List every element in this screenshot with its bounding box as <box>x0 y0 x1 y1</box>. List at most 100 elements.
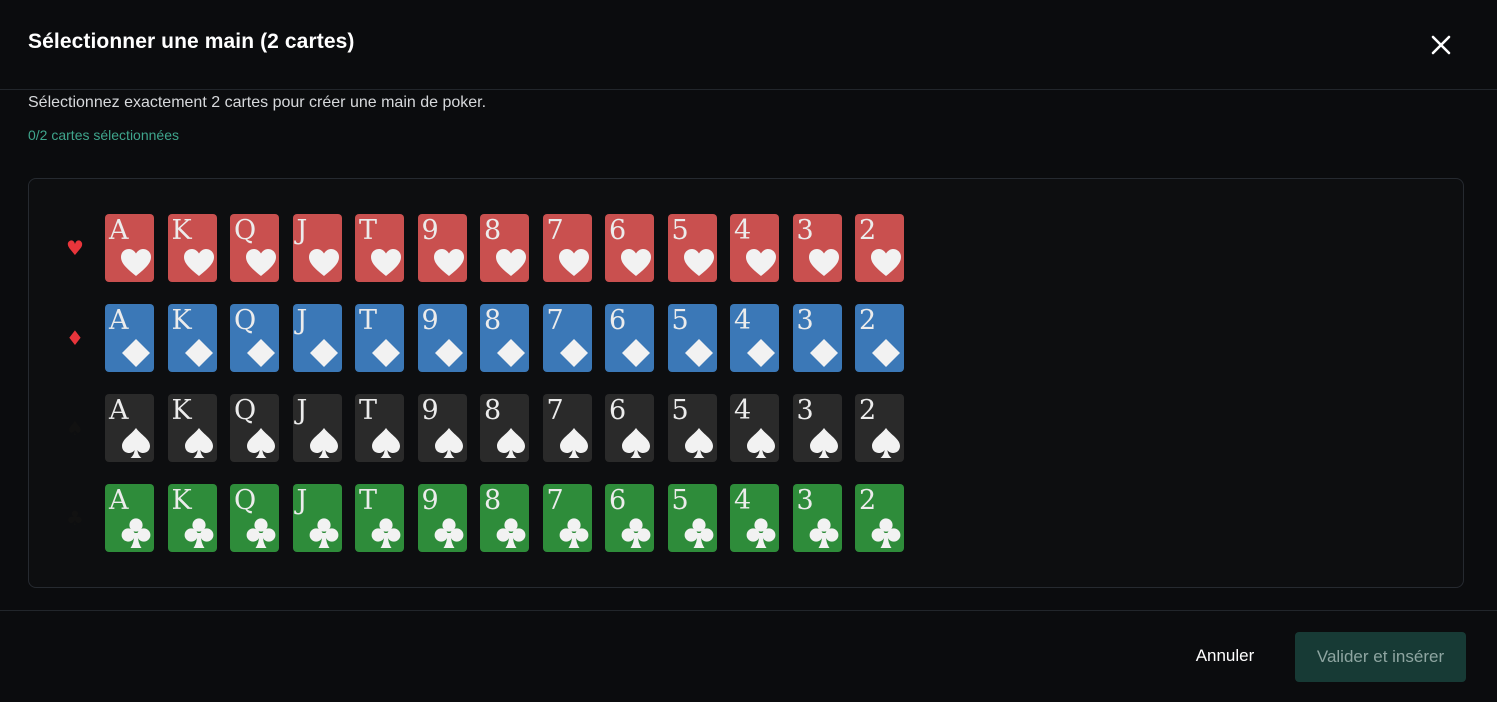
club-icon <box>244 516 278 550</box>
suit-row-diamonds: ♦ A K Q J T 9 8 7 6 5 4 3 2 <box>29 304 1463 372</box>
heart-icon <box>807 246 841 280</box>
card-8-spades[interactable]: 8 <box>480 394 529 462</box>
card-7-diamonds[interactable]: 7 <box>542 304 592 372</box>
card-T-spades[interactable]: T <box>355 394 404 462</box>
card-K-diamonds[interactable]: K <box>167 304 217 372</box>
card-5-clubs[interactable]: 5 <box>667 484 717 552</box>
club-icon <box>182 516 216 550</box>
card-8-clubs[interactable]: 8 <box>480 484 529 552</box>
card-rank: A <box>109 305 129 336</box>
club-icon <box>619 516 653 550</box>
selection-counter: 0/2 cartes sélectionnées <box>28 127 179 143</box>
dialog-title: Sélectionner une main (2 cartes) <box>28 30 355 53</box>
card-T-clubs[interactable]: T <box>355 484 404 552</box>
card-2-clubs[interactable]: 2 <box>855 484 904 552</box>
card-rank: 2 <box>859 305 877 336</box>
card-Q-spades[interactable]: Q <box>230 394 279 462</box>
card-8-hearts[interactable]: 8 <box>480 214 529 282</box>
card-rank: 9 <box>421 395 439 426</box>
card-4-hearts[interactable]: 4 <box>730 214 779 282</box>
card-9-clubs[interactable]: 9 <box>417 484 467 552</box>
card-K-clubs[interactable]: K <box>167 484 217 552</box>
card-9-spades[interactable]: 9 <box>417 394 467 462</box>
card-4-diamonds[interactable]: 4 <box>730 304 779 372</box>
card-J-spades[interactable]: J <box>292 394 342 462</box>
card-4-spades[interactable]: 4 <box>730 394 779 462</box>
diamond-icon <box>119 336 153 370</box>
card-6-hearts[interactable]: 6 <box>605 214 654 282</box>
card-5-diamonds[interactable]: 5 <box>667 304 717 372</box>
card-rank: Q <box>234 485 257 516</box>
heart-icon <box>619 246 653 280</box>
heart-icon <box>869 246 903 280</box>
card-A-clubs[interactable]: A <box>105 484 154 552</box>
card-9-diamonds[interactable]: 9 <box>417 304 467 372</box>
card-2-spades[interactable]: 2 <box>855 394 904 462</box>
close-button[interactable] <box>1424 28 1458 62</box>
card-6-clubs[interactable]: 6 <box>605 484 654 552</box>
card-rank: 4 <box>734 485 752 516</box>
heart-icon <box>557 246 591 280</box>
card-rank: K <box>171 485 192 516</box>
card-K-hearts[interactable]: K <box>167 214 217 282</box>
card-rank: A <box>109 395 129 426</box>
diamond-icon <box>182 336 216 370</box>
heart-icon <box>369 246 403 280</box>
cancel-button[interactable]: Annuler <box>1180 632 1270 680</box>
card-8-diamonds[interactable]: 8 <box>480 304 529 372</box>
close-icon <box>1431 35 1451 55</box>
card-rank: 3 <box>796 215 814 246</box>
card-rank: 5 <box>671 305 689 336</box>
card-3-hearts[interactable]: 3 <box>792 214 842 282</box>
spade-icon <box>682 426 716 460</box>
card-T-diamonds[interactable]: T <box>355 304 404 372</box>
card-Q-hearts[interactable]: Q <box>230 214 279 282</box>
card-A-spades[interactable]: A <box>105 394 154 462</box>
card-rank: 8 <box>484 215 502 246</box>
club-icon <box>369 516 403 550</box>
card-rank: Q <box>234 305 257 336</box>
card-rank: 8 <box>484 305 502 336</box>
card-Q-clubs[interactable]: Q <box>230 484 279 552</box>
card-7-clubs[interactable]: 7 <box>542 484 592 552</box>
dialog-footer: Annuler Valider et insérer <box>0 610 1497 702</box>
card-A-hearts[interactable]: A <box>105 214 154 282</box>
card-rank: A <box>109 485 129 516</box>
card-T-hearts[interactable]: T <box>355 214 404 282</box>
card-7-spades[interactable]: 7 <box>542 394 592 462</box>
card-J-diamonds[interactable]: J <box>292 304 342 372</box>
card-5-hearts[interactable]: 5 <box>667 214 717 282</box>
card-rank: K <box>171 215 192 246</box>
card-4-clubs[interactable]: 4 <box>730 484 779 552</box>
card-3-spades[interactable]: 3 <box>792 394 842 462</box>
card-J-clubs[interactable]: J <box>292 484 342 552</box>
spade-icon <box>369 426 403 460</box>
card-rank: 5 <box>671 395 689 426</box>
club-icon <box>307 516 341 550</box>
confirm-insert-button[interactable]: Valider et insérer <box>1295 632 1466 682</box>
card-2-hearts[interactable]: 2 <box>855 214 904 282</box>
card-6-spades[interactable]: 6 <box>605 394 654 462</box>
diamond-icon <box>307 336 341 370</box>
card-J-hearts[interactable]: J <box>292 214 342 282</box>
card-5-spades[interactable]: 5 <box>667 394 717 462</box>
spade-icon <box>619 426 653 460</box>
card-9-hearts[interactable]: 9 <box>417 214 467 282</box>
dialog-header: Sélectionner une main (2 cartes) <box>0 0 1497 90</box>
diamond-icon <box>244 336 278 370</box>
card-rank: 5 <box>671 215 689 246</box>
spade-icon <box>182 426 216 460</box>
hearts-suit-label: ♥ <box>66 236 84 260</box>
diamond-icon <box>557 336 591 370</box>
card-rank: K <box>171 395 192 426</box>
card-rank: 2 <box>859 395 877 426</box>
card-rank: 7 <box>546 305 564 336</box>
card-Q-diamonds[interactable]: Q <box>230 304 279 372</box>
card-K-spades[interactable]: K <box>167 394 217 462</box>
card-7-hearts[interactable]: 7 <box>542 214 592 282</box>
card-6-diamonds[interactable]: 6 <box>605 304 654 372</box>
card-A-diamonds[interactable]: A <box>105 304 154 372</box>
card-2-diamonds[interactable]: 2 <box>855 304 904 372</box>
card-3-diamonds[interactable]: 3 <box>792 304 842 372</box>
card-3-clubs[interactable]: 3 <box>792 484 842 552</box>
